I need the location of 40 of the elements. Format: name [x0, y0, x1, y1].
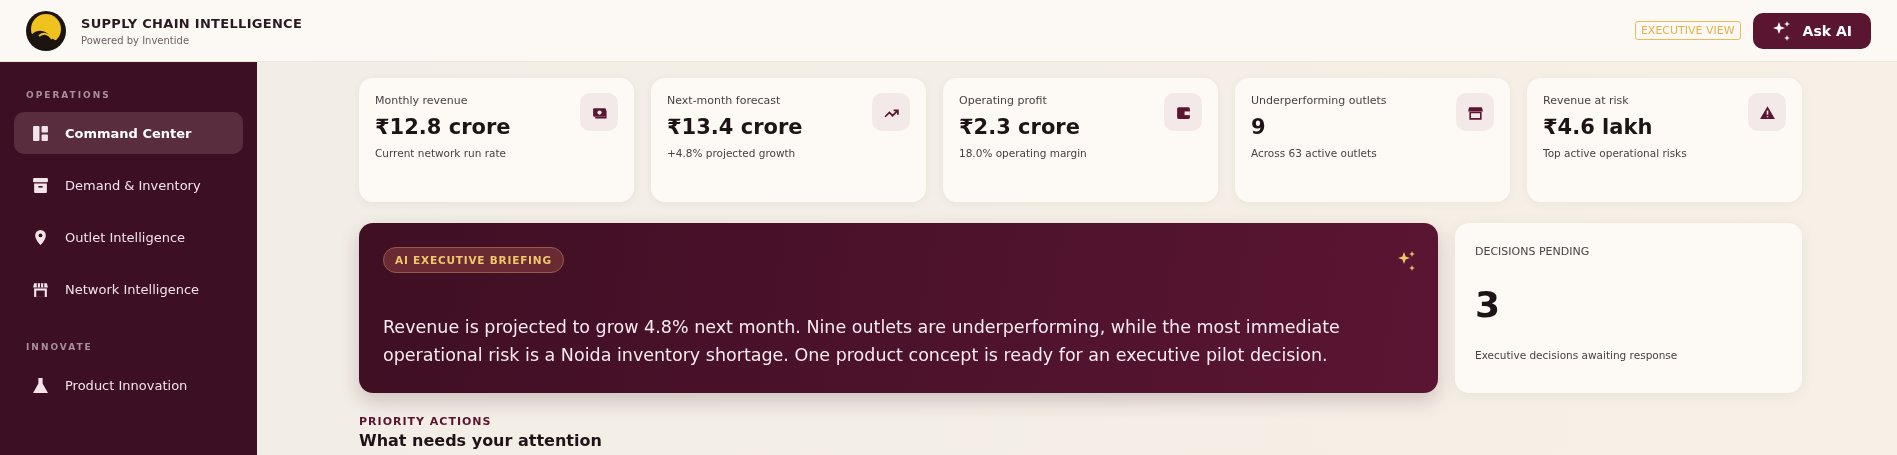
kpi-note: Across 63 active outlets: [1251, 147, 1378, 159]
nav-icon: [32, 376, 49, 394]
kpi-value: 9: [1251, 115, 1267, 139]
app-subtitle: Powered by Inventide: [81, 34, 191, 46]
nav-item[interactable]: Demand & Inventory: [14, 164, 243, 206]
nav-icon: [32, 228, 49, 246]
decisions-count: 3: [1475, 284, 1502, 325]
section-heading: INNOVATE: [26, 342, 94, 352]
kpi-label: Operating profit: [959, 94, 1048, 107]
section-eyebrow: PRIORITY ACTIONS: [359, 415, 493, 428]
nav-item[interactable]: Product Innovation: [14, 364, 243, 406]
decisions-note: Executive decisions awaiting response: [1475, 349, 1679, 361]
kpi-label: Monthly revenue: [375, 94, 469, 107]
kpi-note: Current network run rate: [375, 147, 508, 159]
kpi-label: Next-month forecast: [667, 94, 782, 107]
kpi-value: ₹12.8 crore: [375, 115, 512, 139]
warning-icon: [1758, 103, 1776, 121]
kpi-note: Top active operational risks: [1543, 147, 1688, 159]
nav-item[interactable]: Outlet Intelligence: [14, 216, 243, 258]
kpi-value: ₹4.6 lakh: [1543, 115, 1654, 139]
kpi-value: ₹2.3 crore: [959, 115, 1081, 139]
decisions-label: DECISIONS PENDING: [1475, 245, 1591, 258]
logo-icon: [26, 10, 66, 51]
briefing-text: Revenue is projected to grow 4.8% next month. Nine outlets are underperforming, while the most immediate operational risk is a Noida inventory shortage. One product concept is ready for an executive pilot decision.: [383, 316, 1341, 367]
view-badge: EXECUTIVE VIEW: [1634, 21, 1741, 40]
kpi-note: +4.8% projected growth: [667, 147, 797, 159]
kpi-note: 18.0% operating margin: [959, 147, 1088, 159]
kpi-value: ₹13.4 crore: [667, 115, 804, 139]
nav-icon: [32, 176, 49, 194]
nav-item[interactable]: Command Center: [14, 112, 243, 154]
section-title: What needs your attention: [359, 431, 603, 450]
kpi-label: Underperforming outlets: [1251, 94, 1388, 107]
nav-icon: [32, 124, 49, 142]
ask-ai-button[interactable]: Ask AI: [1752, 12, 1871, 49]
nav-item[interactable]: Network Intelligence: [14, 268, 243, 310]
kpi-label: Revenue at risk: [1543, 94, 1630, 107]
app-title: SUPPLY CHAIN INTELLIGENCE: [81, 15, 303, 31]
briefing-badge: AI EXECUTIVE BRIEFING: [383, 247, 564, 273]
nav-icon: [32, 280, 49, 298]
section-heading: OPERATIONS: [26, 90, 112, 100]
